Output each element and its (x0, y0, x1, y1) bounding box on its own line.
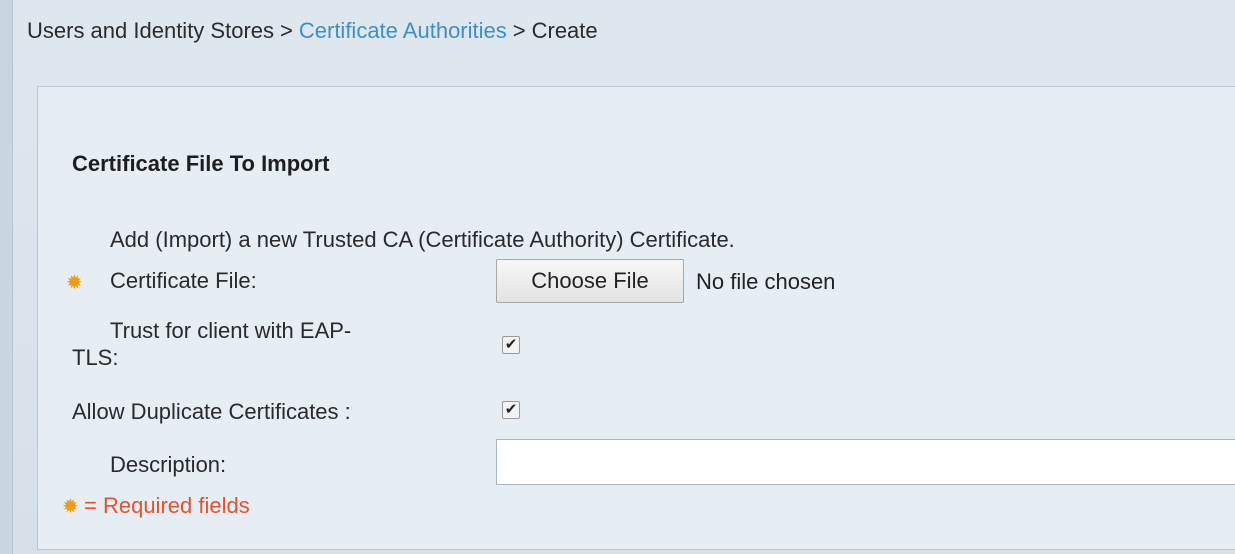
checkmark-icon: ✔ (504, 401, 518, 418)
content-frame: Users and Identity Stores > Certificate Au… (12, 0, 1235, 554)
allow-duplicates-label: Allow Duplicate Certificates : (72, 399, 351, 424)
allow-duplicates-checkbox[interactable]: ✔ (502, 401, 520, 419)
description-label: Description: (110, 452, 227, 477)
checkmark-icon: ✔ (504, 336, 518, 353)
breadcrumb: Users and Identity Stores > Certificate Au… (27, 18, 598, 44)
breadcrumb-item-create: Create (531, 18, 598, 43)
certificate-file-label: Certificate File: (110, 268, 257, 293)
trust-eap-tls-label-line1: Trust for client with EAP- (110, 318, 352, 343)
required-gear-icon: ✹ (66, 272, 83, 294)
section-intro: Add (Import) a new Trusted CA (Certifica… (110, 227, 735, 252)
required-fields-text: = Required fields (84, 493, 250, 518)
breadcrumb-item-users-identity-stores: Users and Identity Stores (27, 18, 275, 43)
required-fields-note: ✹ = Required fields (62, 493, 250, 519)
breadcrumb-link-certificate-authorities[interactable]: Certificate Authorities (299, 18, 507, 43)
trust-eap-tls-checkbox[interactable]: ✔ (502, 336, 520, 354)
section-title: Certificate File To Import (72, 151, 330, 176)
trust-eap-tls-label-line2: TLS: (72, 345, 119, 370)
required-gear-icon: ✹ (62, 496, 79, 519)
breadcrumb-separator: > (280, 18, 293, 43)
breadcrumb-separator: > (512, 18, 526, 43)
file-status-text: No file chosen (696, 269, 836, 294)
certificate-import-panel: Certificate File To Import Add (Import) … (37, 86, 1235, 550)
description-input[interactable] (496, 439, 1235, 485)
choose-file-button[interactable]: Choose File (496, 259, 684, 303)
